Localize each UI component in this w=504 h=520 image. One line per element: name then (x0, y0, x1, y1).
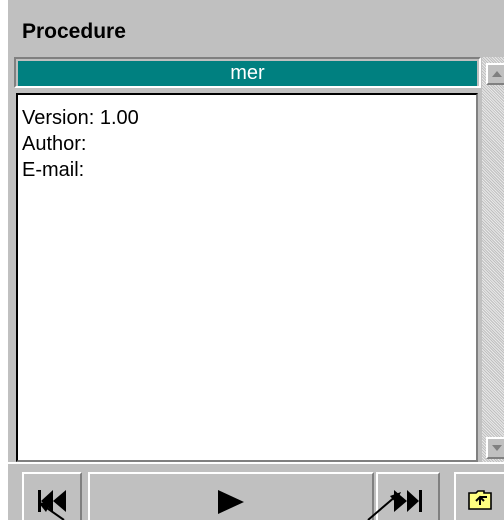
description-email: E-mail: (22, 159, 85, 181)
procedure-panel: Procedure mer Version: 1.00 Author: E-ma… (0, 0, 504, 520)
triangle-up-icon (492, 71, 502, 77)
vertical-scrollbar[interactable] (482, 57, 504, 462)
play-icon (218, 490, 244, 514)
play-button[interactable] (88, 472, 374, 520)
procedure-list[interactable]: mer (14, 57, 481, 88)
procedure-list-item-selected[interactable]: mer (18, 61, 477, 86)
scroll-down-button[interactable] (486, 437, 504, 459)
rewind-button[interactable] (22, 472, 82, 520)
triangle-down-icon (492, 445, 502, 451)
fast-forward-icon (394, 490, 422, 512)
description-version: Version: 1.00 (22, 107, 139, 129)
description-author: Author: (22, 133, 87, 155)
rewind-icon (38, 490, 66, 512)
panel-title: Procedure (22, 20, 126, 43)
folder-up-icon (468, 490, 492, 510)
exit-folder-button[interactable] (454, 472, 504, 520)
scroll-up-button[interactable] (486, 63, 504, 85)
fast-forward-button[interactable] (376, 472, 440, 520)
playback-toolbar (8, 464, 504, 520)
procedure-description: Version: 1.00 Author: E-mail: (16, 93, 478, 462)
